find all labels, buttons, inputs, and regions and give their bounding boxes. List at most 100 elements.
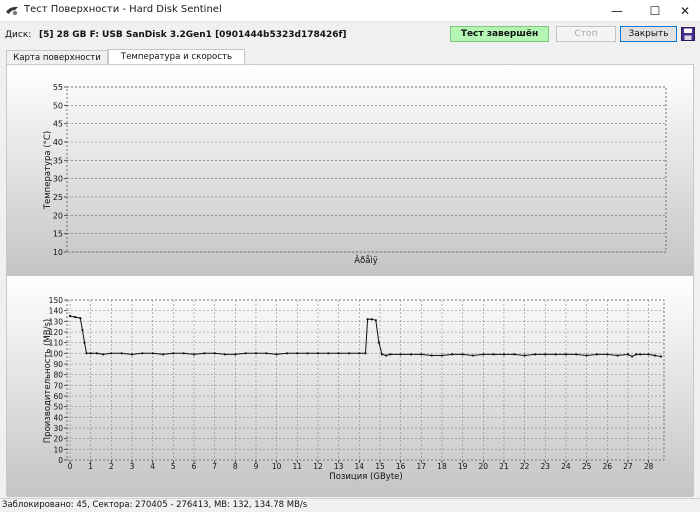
performance-x-tick-label: 28: [644, 462, 654, 471]
performance-x-tick-label: 6: [192, 462, 197, 471]
performance-data-point: [513, 353, 516, 356]
performance-x-tick-label: 19: [458, 462, 468, 471]
status-bar: Заблокировано: 45, Сектора: 270405 - 276…: [0, 498, 700, 512]
performance-data-point: [647, 353, 650, 356]
performance-chart: 1501401301201101009080706050403020100 01…: [7, 277, 693, 497]
performance-data-point: [95, 352, 98, 355]
performance-data-point: [544, 353, 547, 356]
performance-x-tick-label: 13: [334, 462, 344, 471]
performance-data-point: [337, 352, 340, 355]
performance-y-tick-label: 70: [53, 381, 63, 390]
performance-x-tick-label: 20: [479, 462, 489, 471]
performance-y-tick-label: 20: [53, 435, 63, 444]
performance-data-point: [564, 353, 568, 356]
performance-data-point: [296, 352, 299, 355]
performance-data-point: [399, 353, 402, 356]
performance-data-point: [244, 352, 247, 355]
performance-x-axis-label: Позиция (GByte): [329, 472, 402, 482]
performance-data-point: [451, 353, 454, 356]
performance-data-point: [182, 352, 185, 355]
performance-x-tick-label: 23: [541, 462, 551, 471]
performance-data-point: [370, 318, 373, 321]
performance-data-point: [83, 341, 86, 344]
performance-data-point: [275, 353, 278, 356]
performance-data-point: [461, 353, 464, 356]
performance-data-point: [380, 353, 384, 356]
performance-x-tick-label: 24: [561, 462, 571, 471]
performance-data-point: [659, 355, 663, 358]
performance-data-point: [223, 353, 227, 356]
performance-x-tick-label: 22: [520, 462, 530, 471]
performance-data-point: [285, 352, 289, 355]
performance-x-tick-label: 0: [68, 462, 73, 471]
status-text: Заблокировано: 45, Сектора: 270405 - 276…: [2, 500, 308, 510]
performance-x-tick-label: 17: [417, 462, 427, 471]
performance-x-tick-label: 1: [88, 462, 93, 471]
performance-x-tick-label: 9: [254, 462, 259, 471]
performance-data-point: [626, 353, 630, 356]
performance-data-point: [430, 354, 433, 357]
performance-data-point: [151, 352, 154, 355]
performance-data-point: [327, 352, 330, 355]
performance-data-point: [161, 353, 165, 356]
performance-data-point: [364, 352, 367, 355]
performance-data-point: [74, 316, 77, 319]
performance-data-point: [420, 353, 423, 356]
performance-data-point: [409, 353, 413, 356]
performance-x-tick-label: 27: [623, 462, 633, 471]
performance-data-point: [68, 314, 72, 318]
performance-data-point: [110, 352, 113, 355]
performance-data-point: [492, 353, 495, 356]
performance-y-tick-label: 150: [49, 296, 64, 305]
performance-data-point: [358, 352, 361, 355]
performance-data-point: [616, 354, 619, 357]
performance-y-tick-label: 30: [53, 424, 63, 433]
performance-data-point: [366, 318, 369, 321]
performance-data-point: [482, 353, 485, 356]
performance-data-point: [440, 354, 444, 357]
performance-data-point: [120, 352, 123, 355]
performance-data-point: [377, 341, 380, 344]
performance-x-tick-label: 14: [355, 462, 365, 471]
performance-data-point: [234, 353, 237, 356]
performance-data-point: [639, 353, 642, 356]
performance-data-point: [606, 353, 609, 356]
performance-data-point: [631, 355, 634, 358]
performance-y-tick-label: 50: [53, 403, 63, 412]
performance-x-tick-label: 7: [212, 462, 217, 471]
performance-data-point: [523, 354, 526, 357]
performance-data-point: [585, 354, 588, 357]
performance-x-tick-label: 16: [396, 462, 406, 471]
performance-data-point: [172, 352, 175, 355]
performance-data-point: [635, 353, 638, 356]
performance-y-tick-label: 0: [58, 456, 63, 465]
performance-x-tick-label: 21: [499, 462, 509, 471]
performance-x-tick-label: 18: [437, 462, 447, 471]
performance-y-tick-label: 40: [53, 413, 63, 422]
performance-data-point: [141, 352, 144, 355]
performance-x-tick-label: 5: [171, 462, 176, 471]
performance-y-tick-label: 90: [53, 360, 63, 369]
performance-y-tick-label: 10: [53, 445, 63, 454]
performance-data-point: [79, 317, 82, 320]
performance-data-point: [389, 353, 392, 356]
surface-test-window: Тест Поверхности - Hard Disk Sentinel — …: [0, 0, 700, 512]
performance-data-point: [203, 352, 206, 355]
performance-data-point: [254, 352, 258, 355]
performance-y-tick-label: 80: [53, 371, 63, 380]
performance-data-point: [385, 354, 388, 357]
performance-data-point: [502, 353, 506, 356]
performance-x-tick-label: 15: [375, 462, 385, 471]
performance-data-point: [374, 319, 377, 322]
performance-x-tick-label: 3: [130, 462, 135, 471]
performance-x-tick-label: 25: [582, 462, 592, 471]
performance-x-tick-label: 4: [150, 462, 155, 471]
performance-data-point: [554, 353, 557, 356]
performance-data-point: [81, 328, 84, 331]
performance-data-point: [471, 354, 475, 357]
performance-data-point: [306, 352, 309, 355]
performance-data-point: [347, 352, 351, 355]
performance-data-point: [265, 352, 268, 355]
performance-data-point: [653, 354, 656, 357]
performance-data-point: [316, 352, 320, 355]
